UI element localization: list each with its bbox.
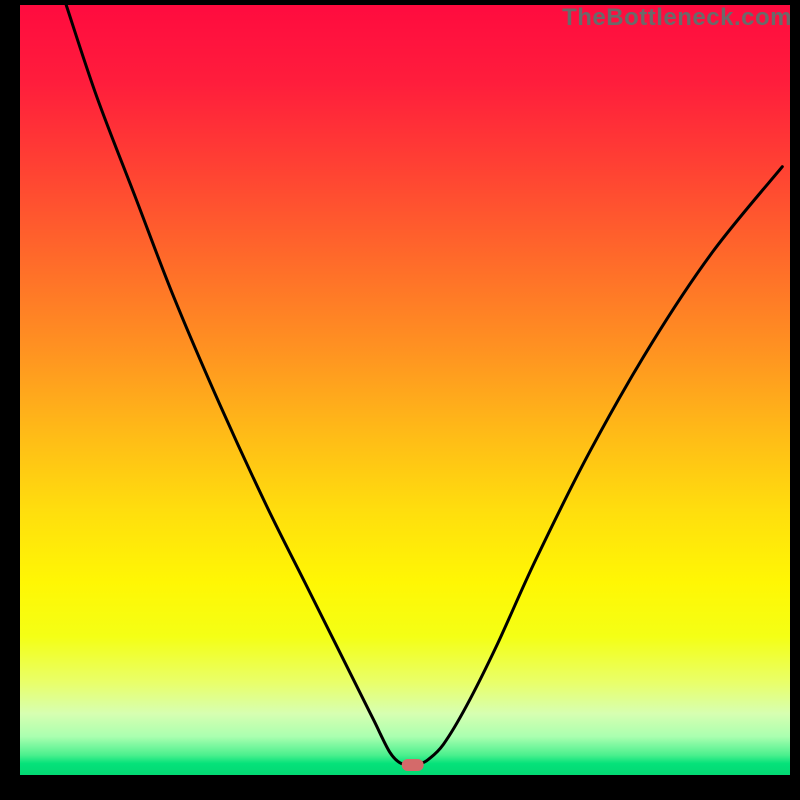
optimum-marker [402, 759, 424, 771]
plot-background [20, 5, 790, 775]
chart-svg [0, 0, 800, 800]
bottleneck-chart: TheBottleneck.com [0, 0, 800, 800]
watermark-text: TheBottleneck.com [562, 4, 792, 32]
